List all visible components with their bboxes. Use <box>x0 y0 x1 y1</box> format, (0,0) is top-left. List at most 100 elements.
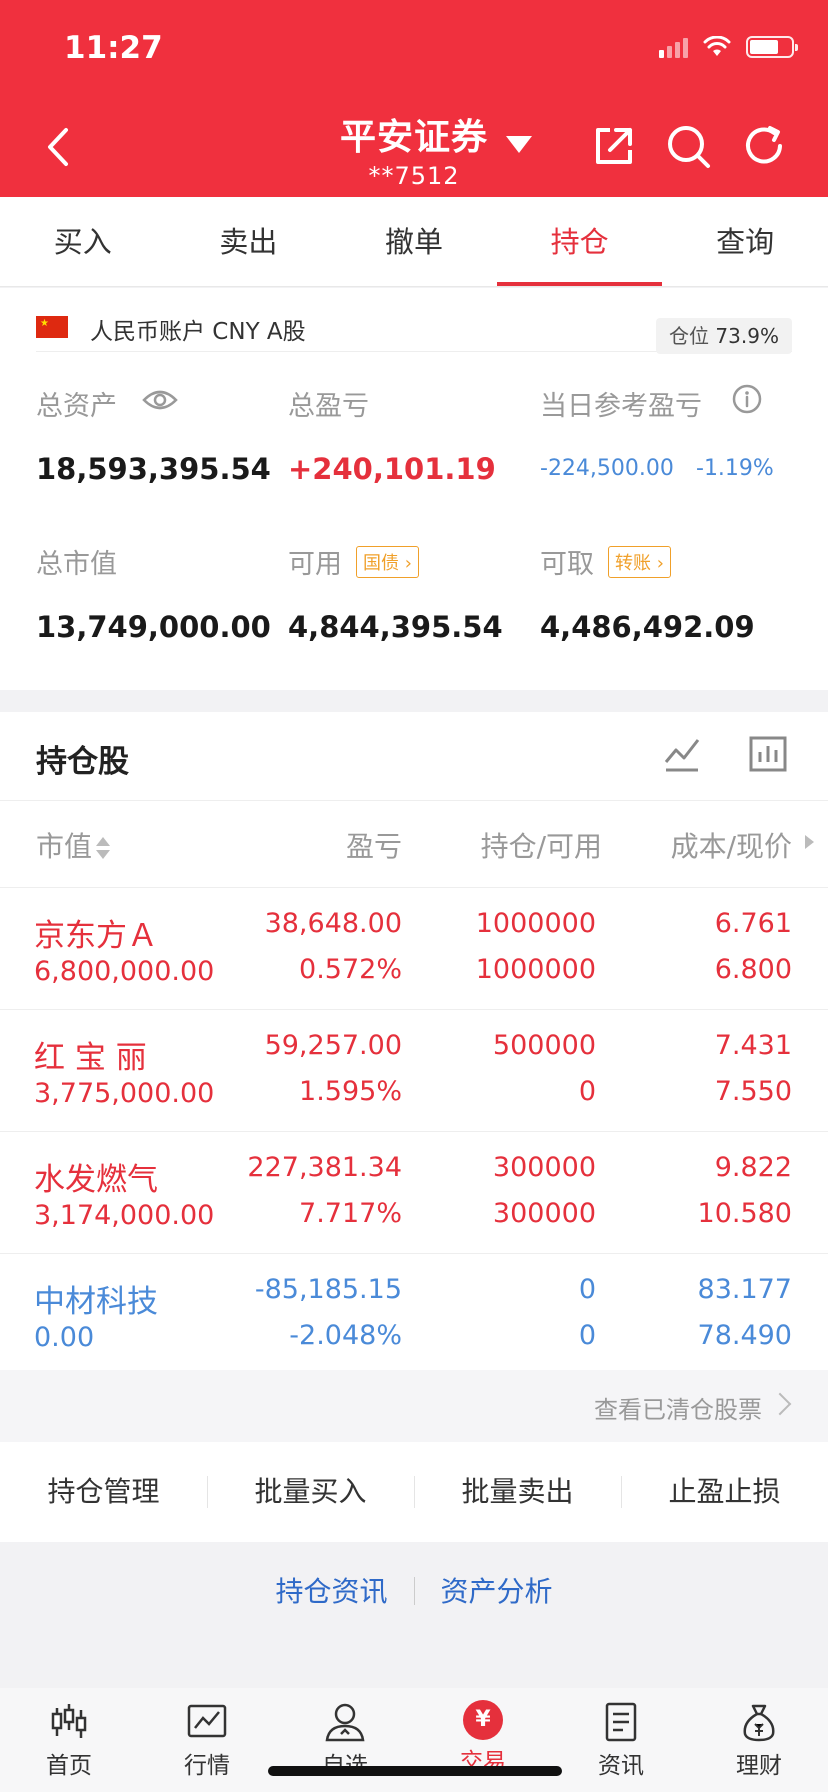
holding-position: 300000 <box>492 1152 596 1183</box>
tab-cancel[interactable]: 撤单 <box>331 197 497 286</box>
market-value-value: 13,749,000.00 <box>36 610 271 644</box>
daily-pl-value: -224,500.00 <box>540 456 674 481</box>
col-pl: 盈亏 <box>345 830 402 863</box>
transfer-tag[interactable]: 转账 › <box>608 546 671 578</box>
info-icon[interactable] <box>732 384 762 414</box>
chevron-right-icon <box>768 1392 792 1416</box>
sort-icon <box>96 835 111 861</box>
col-market-value[interactable]: 市值 <box>36 825 111 865</box>
holding-pl-pct: -2.048% <box>289 1320 402 1351</box>
chart-icon <box>187 1704 227 1738</box>
holding-pl: -85,185.15 <box>254 1274 402 1305</box>
scroll-right-icon[interactable] <box>805 835 814 849</box>
info-links: 持仓资讯 资产分析 <box>0 1570 828 1610</box>
nav-news[interactable]: 资讯 <box>552 1688 690 1792</box>
withdrawable-label-text: 可取 <box>540 549 594 580</box>
table-row[interactable]: 京东方Ａ 6,800,000.00 38,648.00 0.572% 1000000 10… <box>0 888 828 1010</box>
holding-position: 500000 <box>492 1030 596 1061</box>
app-header: 11:27 平安证券 **7512 <box>0 0 828 197</box>
nav-home[interactable]: 首页 <box>0 1688 138 1792</box>
nav-market[interactable]: 行情 <box>138 1688 276 1792</box>
holding-pl: 38,648.00 <box>264 908 402 939</box>
asset-analysis-link[interactable]: 资产分析 <box>415 1570 579 1610</box>
trend-chart-icon[interactable] <box>662 734 702 774</box>
eye-icon[interactable] <box>142 388 178 412</box>
batch-sell-button[interactable]: 批量卖出 <box>414 1442 621 1542</box>
holding-name: 京东方Ａ <box>34 918 158 954</box>
table-row[interactable]: 中材科技 0.00 -85,185.15 -2.048% 0 0 83.177 78.490 <box>0 1254 828 1376</box>
holding-pl: 59,257.00 <box>264 1030 402 1061</box>
home-indicator <box>268 1766 562 1776</box>
holding-position: 1000000 <box>475 908 596 939</box>
holding-price: 7.550 <box>714 1076 792 1107</box>
holding-name: 中材科技 <box>34 1284 158 1320</box>
bar-chart-icon[interactable] <box>748 734 788 774</box>
holdings-actions: 持仓管理 批量买入 批量卖出 止盈止损 <box>0 1442 828 1542</box>
search-icon[interactable] <box>664 122 712 170</box>
col-cost-price: 成本/现价 <box>670 830 792 863</box>
holding-available: 0 <box>578 1320 596 1351</box>
holding-market-value: 6,800,000.00 <box>34 956 215 987</box>
bottom-nav: 首页 行情 自选 ¥ 交易 资讯 理财 <box>0 1688 828 1792</box>
status-time: 11:27 <box>64 30 163 66</box>
holding-cost: 83.177 <box>697 1274 792 1305</box>
holding-price: 10.580 <box>697 1198 792 1229</box>
stop-profit-loss-button[interactable]: 止盈止损 <box>621 1442 828 1542</box>
total-pl-value: +240,101.19 <box>288 452 496 486</box>
treasury-bond-tag[interactable]: 国债 › <box>356 546 419 578</box>
nav-trade[interactable]: ¥ 交易 <box>414 1688 552 1792</box>
available-label-text: 可用 <box>288 549 342 580</box>
holding-cost: 7.431 <box>714 1030 792 1061</box>
china-flag-icon: ★ <box>36 316 68 338</box>
holding-available: 1000000 <box>475 954 596 985</box>
tab-buy[interactable]: 买入 <box>0 197 166 286</box>
holding-position: 0 <box>578 1274 596 1305</box>
battery-icon <box>746 36 798 58</box>
holding-market-value: 3,174,000.00 <box>34 1200 215 1231</box>
account-summary: ★ 人民币账户 CNY A股 仓位 73.9% 总资产 18,593,395.5… <box>0 288 828 690</box>
holding-available: 300000 <box>492 1198 596 1229</box>
share-icon[interactable] <box>590 122 638 170</box>
withdrawable-label: 可取 转账 › <box>540 542 671 581</box>
holdings-title: 持仓股 <box>36 744 129 780</box>
nav-market-label: 行情 <box>184 1753 230 1779</box>
holdings-section: 持仓股 市值 盈亏 持仓/可用 成本/现价 京东方Ａ 6,800,000.00 38… <box>0 712 828 1376</box>
batch-buy-button[interactable]: 批量买入 <box>207 1442 414 1542</box>
nav-wealth-label: 理财 <box>736 1753 782 1779</box>
cleared-stocks-label: 查看已清仓股票 <box>594 1396 762 1424</box>
holding-price: 6.800 <box>714 954 792 985</box>
holding-pl: 227,381.34 <box>247 1152 402 1183</box>
dropdown-icon[interactable] <box>506 136 532 153</box>
position-ratio-value: 73.9% <box>715 324 779 348</box>
holding-cost: 9.822 <box>714 1152 792 1183</box>
holding-available: 0 <box>578 1076 596 1107</box>
daily-pl-label: 当日参考盈亏 <box>540 391 702 422</box>
cleared-stocks-link[interactable]: 查看已清仓股票 <box>0 1370 828 1442</box>
table-row[interactable]: 水发燃气 3,174,000.00 227,381.34 7.717% 300000 30… <box>0 1132 828 1254</box>
account-row: ★ 人民币账户 CNY A股 仓位 73.9% <box>36 302 792 354</box>
tab-query[interactable]: 查询 <box>662 197 828 286</box>
user-star-icon <box>325 1703 365 1742</box>
holdings-news-link[interactable]: 持仓资讯 <box>249 1570 413 1610</box>
holding-cost: 6.761 <box>714 908 792 939</box>
nav-watchlist[interactable]: 自选 <box>276 1688 414 1792</box>
withdrawable-value: 4,486,492.09 <box>540 610 755 644</box>
transfer-tag-text: 转账 <box>615 553 651 574</box>
trade-tabs: 买入 卖出 撤单 持仓 查询 <box>0 197 828 287</box>
holding-market-value: 0.00 <box>34 1322 95 1353</box>
holding-name: 红 宝 丽 <box>34 1040 147 1076</box>
tab-holdings[interactable]: 持仓 <box>496 197 663 286</box>
nav-home-label: 首页 <box>46 1753 92 1779</box>
table-row[interactable]: 红 宝 丽 3,775,000.00 59,257.00 1.595% 500000 0 7… <box>0 1010 828 1132</box>
tab-sell[interactable]: 卖出 <box>166 197 332 286</box>
col-position: 持仓/可用 <box>480 830 602 863</box>
money-bag-icon <box>743 1704 775 1742</box>
holding-pl-pct: 7.717% <box>299 1198 402 1229</box>
holding-pl-pct: 0.572% <box>299 954 402 985</box>
holding-name: 水发燃气 <box>34 1162 158 1198</box>
total-assets-label: 总资产 <box>36 391 117 422</box>
manage-holdings-button[interactable]: 持仓管理 <box>0 1442 207 1542</box>
nav-news-label: 资讯 <box>598 1753 644 1779</box>
nav-wealth[interactable]: 理财 <box>690 1688 828 1792</box>
refresh-icon[interactable] <box>740 122 788 170</box>
